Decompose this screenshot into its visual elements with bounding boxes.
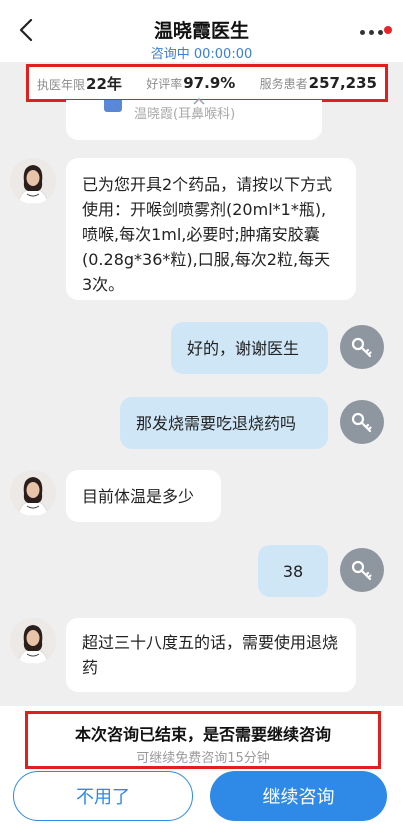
user-avatar[interactable] xyxy=(340,325,384,369)
user-avatar[interactable] xyxy=(340,548,384,592)
doctor-avatar[interactable] xyxy=(10,618,56,664)
doctor-portrait-icon xyxy=(10,618,56,664)
consult-status: 咨询中 00:00:00 xyxy=(150,47,253,62)
more-dots-icon xyxy=(359,29,365,35)
doctor-title: 温晓霞医生 xyxy=(153,20,249,42)
doctor-card-text: 温晓霞(耳鼻喉科) xyxy=(134,107,236,122)
stat-value: 257,235 xyxy=(308,74,377,92)
notification-dot xyxy=(384,26,392,34)
stat-rating: 好评率 97.9% xyxy=(146,74,235,92)
stat-label: 服务患者 xyxy=(259,77,308,91)
doctor-stats-bar: 执医年限 22年 好评率 97.9% 服务患者 257,235 xyxy=(26,64,388,102)
message-bubble-doctor: 超过三十八度五的话，需要使用退烧药 xyxy=(66,618,356,692)
consult-end-prompt: 本次咨询已结束，是否需要继续咨询 可继续免费咨询15分钟 xyxy=(25,711,381,769)
message-bubble-doctor: 目前体温是多少 xyxy=(66,470,221,522)
doctor-portrait-icon xyxy=(10,470,56,516)
decline-button[interactable]: 不用了 xyxy=(13,771,193,821)
stat-patients: 服务患者 257,235 xyxy=(260,74,377,92)
key-icon xyxy=(351,337,372,358)
card-icon xyxy=(104,100,122,112)
end-prompt-subtitle: 可继续免费咨询15分钟 xyxy=(136,751,270,766)
more-dot xyxy=(377,29,383,35)
stat-years: 执医年限 22年 xyxy=(37,73,122,94)
message-bubble-user: 好的，谢谢医生 xyxy=(171,322,328,374)
message-bubble-doctor: 已为您开具2个药品，请按以下方式使用：开喉剑喷雾剂(20ml*1*瓶),喷喉,每… xyxy=(66,158,356,300)
key-icon xyxy=(351,560,372,581)
stat-label: 执医年限 xyxy=(37,77,86,92)
user-avatar[interactable] xyxy=(340,400,384,444)
continue-consult-button[interactable]: 继续咨询 xyxy=(210,771,387,821)
more-button[interactable] xyxy=(353,22,392,42)
more-dot xyxy=(368,29,374,35)
key-icon xyxy=(351,412,372,433)
doctor-card-partial[interactable]: 温晓霞(耳鼻喉科) xyxy=(66,100,322,140)
message-bubble-user: 那发烧需要吃退烧药吗 xyxy=(120,397,328,449)
top-bar: 温晓霞医生 咨询中 00:00:00 xyxy=(0,0,403,62)
end-prompt-title: 本次咨询已结束，是否需要继续咨询 xyxy=(74,725,331,744)
message-bubble-user: 38 xyxy=(258,545,328,597)
doctor-avatar[interactable] xyxy=(10,158,56,204)
stat-label: 好评率 xyxy=(146,77,183,91)
doctor-avatar[interactable] xyxy=(10,470,56,516)
stat-value: 22年 xyxy=(86,74,122,93)
doctor-portrait-icon xyxy=(10,158,56,204)
chevron-up-icon[interactable] xyxy=(193,97,205,105)
stat-value: 97.9% xyxy=(183,74,236,92)
